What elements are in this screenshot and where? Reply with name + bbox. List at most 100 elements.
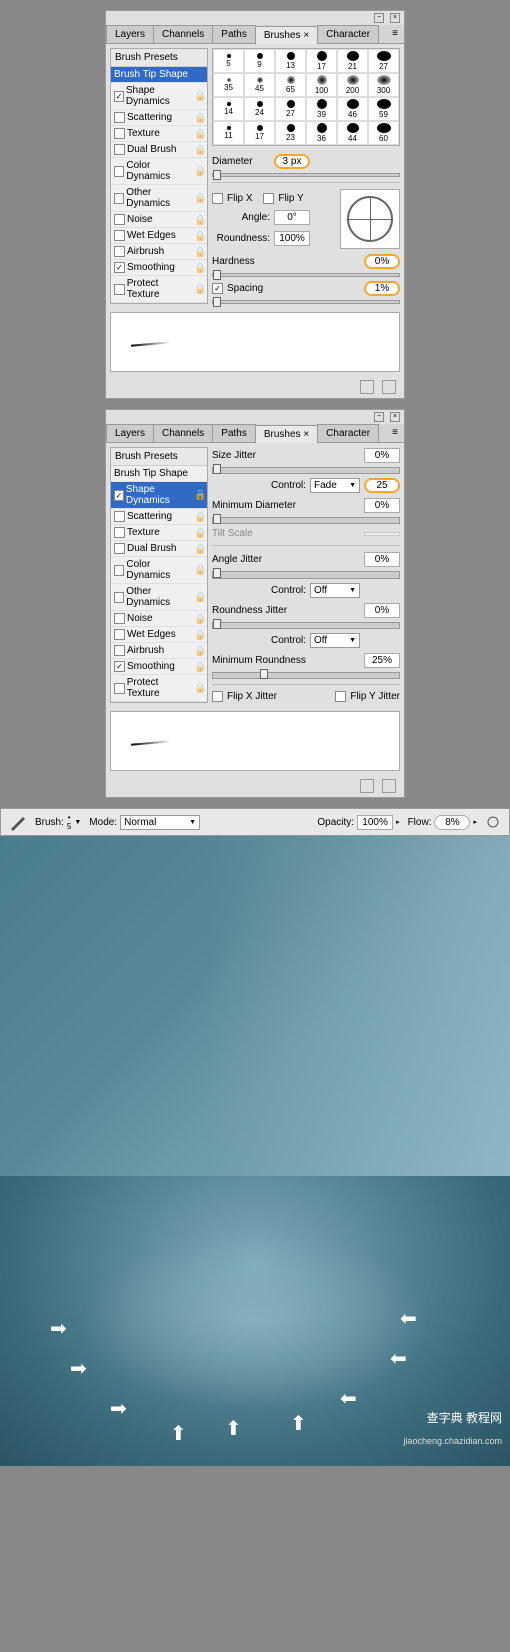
flip-x-jitter-checkbox[interactable] <box>212 691 223 702</box>
sidebar-item-texture[interactable]: Texture🔒 <box>111 525 207 541</box>
sidebar-item-protect-texture[interactable]: Protect Texture🔒 <box>111 675 207 702</box>
tab-paths[interactable]: Paths <box>212 25 256 43</box>
brush-preset-cell[interactable]: 5 <box>213 49 244 73</box>
checkbox[interactable] <box>114 214 125 225</box>
brush-preset-cell[interactable]: 13 <box>275 49 306 73</box>
checkbox[interactable] <box>114 246 125 257</box>
checkbox[interactable] <box>114 230 125 241</box>
brush-preset-cell[interactable]: 300 <box>368 73 399 97</box>
close-button[interactable]: × <box>390 412 400 422</box>
brush-preset-cell[interactable]: 36 <box>306 121 337 145</box>
brush-preset-cell[interactable]: 11 <box>213 121 244 145</box>
minimize-button[interactable]: − <box>374 412 384 422</box>
diameter-slider[interactable] <box>212 173 400 177</box>
checkbox[interactable] <box>114 144 125 155</box>
checkbox[interactable] <box>114 592 124 603</box>
checkbox[interactable] <box>114 527 125 538</box>
min-diameter-value[interactable]: 0% <box>364 498 400 513</box>
checkbox[interactable] <box>114 128 125 139</box>
panel-menu-icon[interactable]: ≡ <box>386 25 404 43</box>
min-roundness-value[interactable]: 25% <box>364 653 400 668</box>
checkbox[interactable] <box>114 661 125 672</box>
tab-channels[interactable]: Channels <box>153 424 213 442</box>
size-jitter-value[interactable]: 0% <box>364 448 400 463</box>
flow-value[interactable]: 8% <box>434 815 470 830</box>
brush-preset-cell[interactable]: 44 <box>337 121 368 145</box>
checkbox[interactable] <box>114 193 124 204</box>
sidebar-item-wet-edges[interactable]: Wet Edges🔒 <box>111 228 207 244</box>
opacity-value[interactable]: 100% <box>357 815 393 830</box>
checkbox[interactable] <box>114 490 124 501</box>
min-diameter-slider[interactable] <box>212 517 400 524</box>
sidebar-item-scattering[interactable]: Scattering🔒 <box>111 110 207 126</box>
mode-dropdown[interactable]: Normal▼ <box>120 815 200 830</box>
sidebar-item-dual-brush[interactable]: Dual Brush🔒 <box>111 541 207 557</box>
minimize-button[interactable]: − <box>374 13 384 23</box>
checkbox[interactable] <box>114 166 124 177</box>
spacing-value[interactable]: 1% <box>364 281 400 296</box>
min-roundness-slider[interactable] <box>212 672 400 679</box>
brush-preset-cell[interactable]: 35 <box>213 73 244 97</box>
trash-icon[interactable] <box>382 779 396 793</box>
sidebar-item-brush-tip-shape[interactable]: Brush Tip Shape <box>111 67 207 83</box>
brush-size-value[interactable]: 5 <box>67 822 71 831</box>
angle-jitter-slider[interactable] <box>212 571 400 578</box>
brush-preset-cell[interactable]: 17 <box>306 49 337 73</box>
tab-brushes[interactable]: Brushes × <box>255 26 318 44</box>
new-preset-icon[interactable] <box>360 380 374 394</box>
brush-preset-cell[interactable]: 60 <box>368 121 399 145</box>
sidebar-item-texture[interactable]: Texture🔒 <box>111 126 207 142</box>
brush-preset-cell[interactable]: 27 <box>368 49 399 73</box>
brush-preset-cell[interactable]: 23 <box>275 121 306 145</box>
sidebar-item-other-dynamics[interactable]: Other Dynamics🔒 <box>111 185 207 212</box>
tab-layers[interactable]: Layers <box>106 424 154 442</box>
chevron-right-icon[interactable]: ▸ <box>473 818 477 826</box>
checkbox[interactable] <box>114 613 125 624</box>
chevron-right-icon[interactable]: ▸ <box>396 818 400 826</box>
tab-paths[interactable]: Paths <box>212 424 256 442</box>
brush-preset-cell[interactable]: 9 <box>244 49 275 73</box>
sidebar-header[interactable]: Brush Presets <box>111 448 207 466</box>
brush-preset-cell[interactable]: 46 <box>337 97 368 121</box>
sidebar-item-brush-tip-shape[interactable]: Brush Tip Shape <box>111 466 207 482</box>
sidebar-item-dual-brush[interactable]: Dual Brush🔒 <box>111 142 207 158</box>
panel-menu-icon[interactable]: ≡ <box>386 424 404 442</box>
tab-layers[interactable]: Layers <box>106 25 154 43</box>
sidebar-item-shape-dynamics[interactable]: Shape Dynamics🔒 <box>111 482 207 509</box>
fade-value[interactable]: 25 <box>364 478 400 493</box>
brush-preset-cell[interactable]: 59 <box>368 97 399 121</box>
brush-preset-cell[interactable]: 27 <box>275 97 306 121</box>
brush-preset-cell[interactable]: 200 <box>337 73 368 97</box>
checkbox[interactable] <box>114 645 125 656</box>
sidebar-item-wet-edges[interactable]: Wet Edges🔒 <box>111 627 207 643</box>
control-dropdown[interactable]: Fade▼ <box>310 478 360 493</box>
flip-x-checkbox[interactable] <box>212 193 223 204</box>
hardness-slider[interactable] <box>212 273 400 277</box>
tab-brushes[interactable]: Brushes × <box>255 425 318 443</box>
sidebar-item-color-dynamics[interactable]: Color Dynamics🔒 <box>111 557 207 584</box>
brush-preset-cell[interactable]: 21 <box>337 49 368 73</box>
checkbox[interactable] <box>114 543 125 554</box>
flip-y-jitter-checkbox[interactable] <box>335 691 346 702</box>
spacing-checkbox[interactable] <box>212 283 223 294</box>
control-dropdown[interactable]: Off▼ <box>310 633 360 648</box>
sidebar-item-scattering[interactable]: Scattering🔒 <box>111 509 207 525</box>
brush-preset-cell[interactable]: 14 <box>213 97 244 121</box>
sidebar-item-smoothing[interactable]: Smoothing🔒 <box>111 659 207 675</box>
angle-control[interactable] <box>340 189 400 249</box>
sidebar-item-airbrush[interactable]: Airbrush🔒 <box>111 244 207 260</box>
angle-value[interactable]: 0° <box>274 210 310 225</box>
checkbox[interactable] <box>114 683 125 694</box>
diameter-value[interactable]: 3 px <box>274 154 310 169</box>
control-dropdown[interactable]: Off▼ <box>310 583 360 598</box>
brush-preset-cell[interactable]: 39 <box>306 97 337 121</box>
checkbox[interactable] <box>114 511 125 522</box>
sidebar-item-shape-dynamics[interactable]: Shape Dynamics🔒 <box>111 83 207 110</box>
roundness-jitter-slider[interactable] <box>212 622 400 629</box>
brush-tool-icon[interactable] <box>9 813 27 831</box>
airbrush-icon[interactable] <box>485 814 501 830</box>
checkbox[interactable] <box>114 91 124 102</box>
sidebar-item-other-dynamics[interactable]: Other Dynamics🔒 <box>111 584 207 611</box>
sidebar-item-protect-texture[interactable]: Protect Texture🔒 <box>111 276 207 303</box>
sidebar-item-airbrush[interactable]: Airbrush🔒 <box>111 643 207 659</box>
